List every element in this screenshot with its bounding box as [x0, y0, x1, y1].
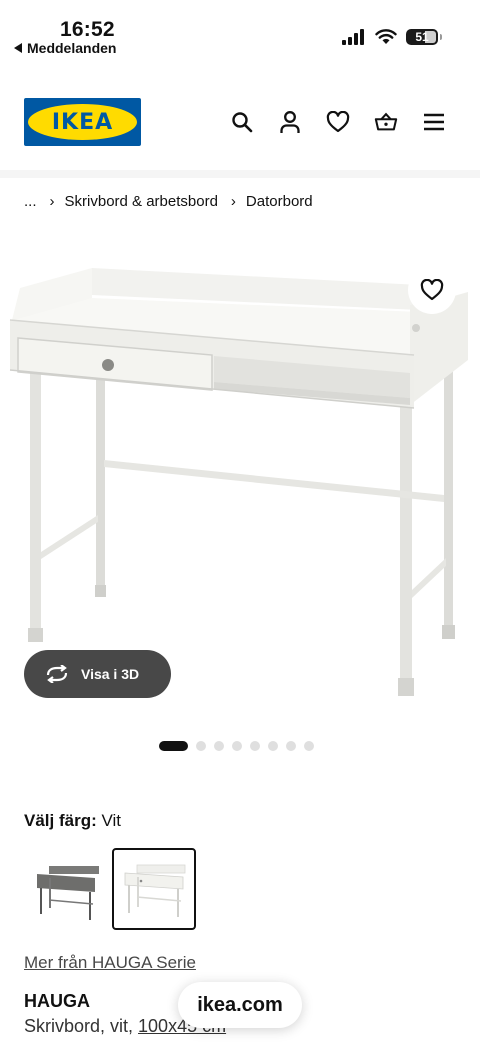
color-swatch-gray[interactable] [24, 848, 108, 930]
view-in-3d-button[interactable]: Visa i 3D [24, 650, 171, 698]
desk-white-thumbnail [124, 864, 186, 917]
color-chooser-label: Välj färg: Vit [24, 811, 121, 831]
carousel-dots [159, 741, 314, 751]
battery-level: 51 [415, 30, 429, 44]
header-actions [230, 110, 446, 134]
color-label-value: Vit [101, 811, 122, 830]
breadcrumb-item-computer-desks[interactable]: Datorbord [246, 193, 313, 210]
status-bar: 16:52 Meddelanden 51 [0, 0, 480, 62]
product-image[interactable] [0, 240, 480, 720]
site-header: IKEA [0, 90, 480, 154]
battery-icon: 51 [406, 29, 442, 45]
carousel-dot[interactable] [286, 741, 296, 751]
back-app-label: Meddelanden [27, 40, 117, 56]
rotate-3d-icon [46, 665, 68, 683]
chevron-right-icon: › [49, 193, 55, 210]
carousel-dot[interactable] [196, 741, 206, 751]
heart-icon[interactable] [326, 110, 350, 134]
back-to-app-button[interactable]: Meddelanden [14, 40, 116, 56]
chevron-right-icon: › [230, 193, 236, 210]
back-triangle-icon [14, 43, 22, 53]
search-icon[interactable] [230, 110, 254, 134]
status-icons: 51 [342, 29, 442, 45]
product-name: HAUGA [24, 991, 90, 1011]
desk-gray-thumbnail [37, 866, 99, 920]
wifi-icon [375, 29, 397, 44]
carousel-dot[interactable] [250, 741, 260, 751]
carousel-dot[interactable] [232, 741, 242, 751]
breadcrumb-item-desks[interactable]: Skrivbord & arbetsbord [65, 193, 218, 210]
basket-icon[interactable] [374, 110, 398, 134]
profile-icon[interactable] [278, 110, 302, 134]
heart-icon [420, 279, 444, 301]
header-divider [0, 170, 480, 178]
desk-illustration [9, 268, 468, 696]
color-label-title: Välj färg: [24, 811, 97, 830]
cellular-signal-icon [342, 29, 364, 45]
status-time: 16:52 [60, 18, 115, 41]
breadcrumb: ... › Skrivbord & arbetsbord › Datorbord [24, 193, 313, 210]
color-swatch-white[interactable] [112, 848, 196, 930]
browser-url-pill[interactable]: ikea.com [178, 982, 302, 1028]
product-description-text: Skrivbord, vit, [24, 1016, 139, 1036]
menu-icon[interactable] [422, 110, 446, 134]
carousel-dot[interactable] [214, 741, 224, 751]
ikea-logo[interactable]: IKEA [24, 98, 141, 146]
carousel-dot[interactable] [268, 741, 278, 751]
carousel-dot[interactable] [304, 741, 314, 751]
breadcrumb-ellipsis[interactable]: ... [24, 193, 37, 210]
favorite-button[interactable] [408, 266, 456, 314]
view-in-3d-label: Visa i 3D [81, 666, 140, 682]
series-link[interactable]: Mer från HAUGA Serie [24, 953, 196, 973]
logo-text: IKEA [51, 109, 114, 135]
carousel-dot[interactable] [159, 741, 188, 751]
